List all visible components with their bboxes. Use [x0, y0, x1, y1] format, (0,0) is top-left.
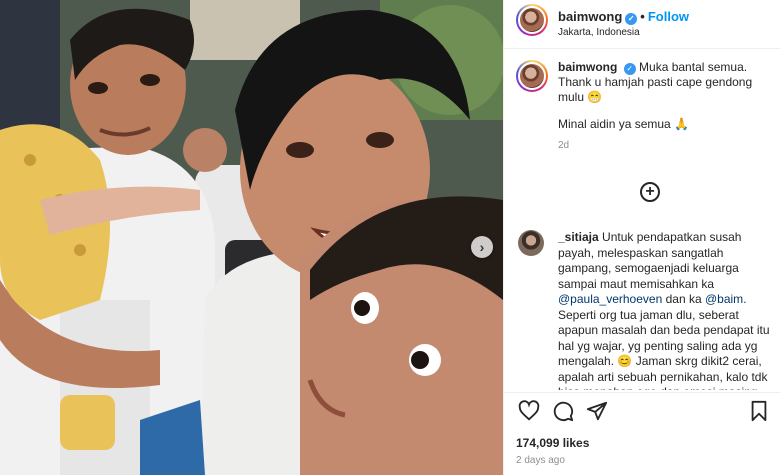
commenter-username[interactable]: _sitiaja: [558, 230, 599, 244]
post-photo[interactable]: ›: [0, 0, 503, 475]
author-avatar[interactable]: [516, 4, 548, 36]
post-side-panel: baimwong ✓ • Follow Jakarta, Indonesia baim…: [503, 0, 780, 475]
comment-icon[interactable]: [552, 400, 574, 422]
bookmark-icon[interactable]: [748, 400, 770, 422]
likes-count[interactable]: 174,099 likes: [516, 436, 589, 450]
actions-divider: [504, 392, 780, 393]
heart-icon[interactable]: [518, 400, 540, 422]
commenter-avatar[interactable]: [518, 230, 544, 256]
comment-item: _sitiaja Untuk pendapatkan susah payah, …: [516, 230, 774, 390]
post-location[interactable]: Jakarta, Indonesia: [558, 27, 640, 38]
caption-timestamp[interactable]: 2d: [558, 138, 774, 153]
verified-badge-icon: ✓: [625, 13, 638, 25]
share-icon[interactable]: [586, 400, 608, 422]
caption-line-1: Muka bantal semua.: [639, 60, 748, 74]
comment-text-2: dan ka: [665, 292, 702, 306]
mention-baim-link[interactable]: @baim: [705, 292, 743, 306]
author-username[interactable]: baimwong: [558, 9, 622, 24]
caption-username[interactable]: baimwong: [558, 60, 617, 74]
caption-verified-badge-icon: ✓: [623, 63, 636, 75]
carousel-next-button[interactable]: ›: [471, 236, 493, 258]
load-more-comments-icon[interactable]: +: [640, 182, 660, 202]
post-caption: baimwong ✓ Muka bantal semua. Thank u ha…: [516, 60, 774, 153]
mention-paula-link[interactable]: @paula_verhoeven: [558, 292, 662, 306]
caption-avatar[interactable]: [516, 60, 548, 92]
post-timestamp[interactable]: 2 days ago: [516, 455, 565, 466]
follow-button[interactable]: Follow: [648, 9, 689, 24]
smile-emoji: 😊: [617, 354, 633, 368]
post-header: baimwong ✓ • Follow Jakarta, Indonesia: [516, 4, 776, 44]
grin-emoji: 😁: [587, 90, 603, 104]
caption-line-3: Minal aidin ya semua: [558, 117, 671, 131]
photo-illustration: [0, 0, 503, 475]
header-divider: [504, 48, 780, 49]
action-bar: [516, 400, 774, 424]
separator-dot: •: [640, 9, 645, 24]
praying-hands-emoji: 🙏: [674, 117, 690, 131]
